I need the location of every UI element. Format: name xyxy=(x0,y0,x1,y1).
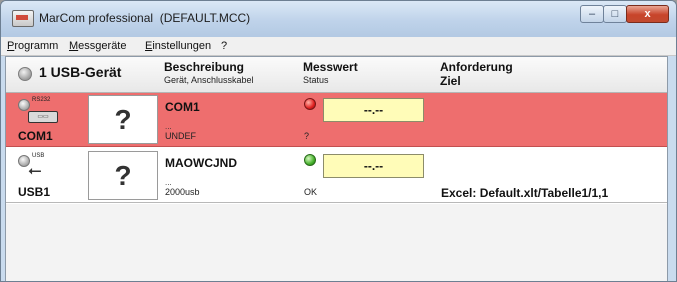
device-cable: 2000usb xyxy=(165,187,200,197)
measure-led-red-icon xyxy=(304,98,316,110)
col-messwert-sub: Status xyxy=(303,75,329,85)
menu-help[interactable]: ? xyxy=(221,40,227,52)
maximize-button[interactable]: □ xyxy=(603,5,627,23)
device-image-placeholder[interactable]: ? xyxy=(88,95,158,144)
device-description: MAOWCJND xyxy=(165,156,237,170)
measurement-status: ? xyxy=(304,131,310,141)
menu-help-label: ? xyxy=(221,40,228,52)
device-name: COM1 xyxy=(18,129,53,143)
port-label: RS232 xyxy=(32,97,51,103)
device-list: 1 USB-Gerät Beschreibung Gerät, Anschlus… xyxy=(5,56,668,281)
app-icon[interactable] xyxy=(12,10,34,27)
rs232-connector-icon: ▭▭ xyxy=(28,111,58,123)
usb-icon: ⭠ xyxy=(28,161,42,180)
window-controls: – □ x xyxy=(580,5,669,23)
description-more: ... xyxy=(165,122,172,131)
device-name: USB1 xyxy=(18,185,51,199)
menu-programm-label: rogramm xyxy=(14,40,59,52)
device-description: COM1 xyxy=(165,100,200,114)
description-more: ... xyxy=(165,178,172,187)
window-title: MarCom professional (DEFAULT.MCC) xyxy=(39,11,251,25)
target: Excel: Default.xlt/Tabelle1/1,1 xyxy=(441,186,609,200)
col-messwert[interactable]: Messwert xyxy=(303,60,358,74)
close-button[interactable]: x xyxy=(626,5,669,23)
device-row-usb1[interactable]: USB ⭠ USB1 ? MAOWCJND ... 2000usb --.-- … xyxy=(6,149,667,203)
app-window: MarCom professional (DEFAULT.MCC) – □ x … xyxy=(0,0,677,282)
col-ziel[interactable]: Ziel xyxy=(440,74,461,88)
col-beschreibung[interactable]: Beschreibung xyxy=(164,60,244,74)
col-beschreibung-sub: Gerät, Anschlusskabel xyxy=(164,75,254,85)
menu-einstellungen[interactable]: Einstellungen xyxy=(145,40,211,52)
menu-einstellungen-label: instellungen xyxy=(152,40,212,52)
device-image-placeholder[interactable]: ? xyxy=(88,151,158,200)
device-cable: UNDEF xyxy=(165,131,196,141)
measurement-value: --.-- xyxy=(323,154,424,178)
title-bar[interactable]: MarCom professional (DEFAULT.MCC) – □ x xyxy=(1,1,676,37)
list-header: 1 USB-Gerät Beschreibung Gerät, Anschlus… xyxy=(6,57,667,93)
minimize-button[interactable]: – xyxy=(580,5,604,23)
status-led-icon xyxy=(18,67,32,81)
measurement-status: OK xyxy=(304,187,318,197)
menu-bar: Programm Messgeräte Einstellungen ? xyxy=(1,37,676,56)
menu-messgeraete-accel: M xyxy=(69,40,79,52)
menu-messgeraete-label: essgeräte xyxy=(78,40,127,52)
device-count: 1 USB-Gerät xyxy=(39,64,122,80)
empty-list-area xyxy=(6,204,667,281)
measure-led-green-icon xyxy=(304,154,316,166)
device-led-icon xyxy=(18,99,30,111)
menu-programm[interactable]: Programm xyxy=(7,40,58,52)
measurement-value: --.-- xyxy=(323,98,424,122)
port-label: USB xyxy=(32,153,45,159)
col-anforderung[interactable]: Anforderung xyxy=(440,60,513,74)
device-row-com1[interactable]: RS232 ▭▭ COM1 ? COM1 ... UNDEF --.-- ? xyxy=(6,93,667,147)
menu-messgeraete[interactable]: Messgeräte xyxy=(69,40,126,52)
